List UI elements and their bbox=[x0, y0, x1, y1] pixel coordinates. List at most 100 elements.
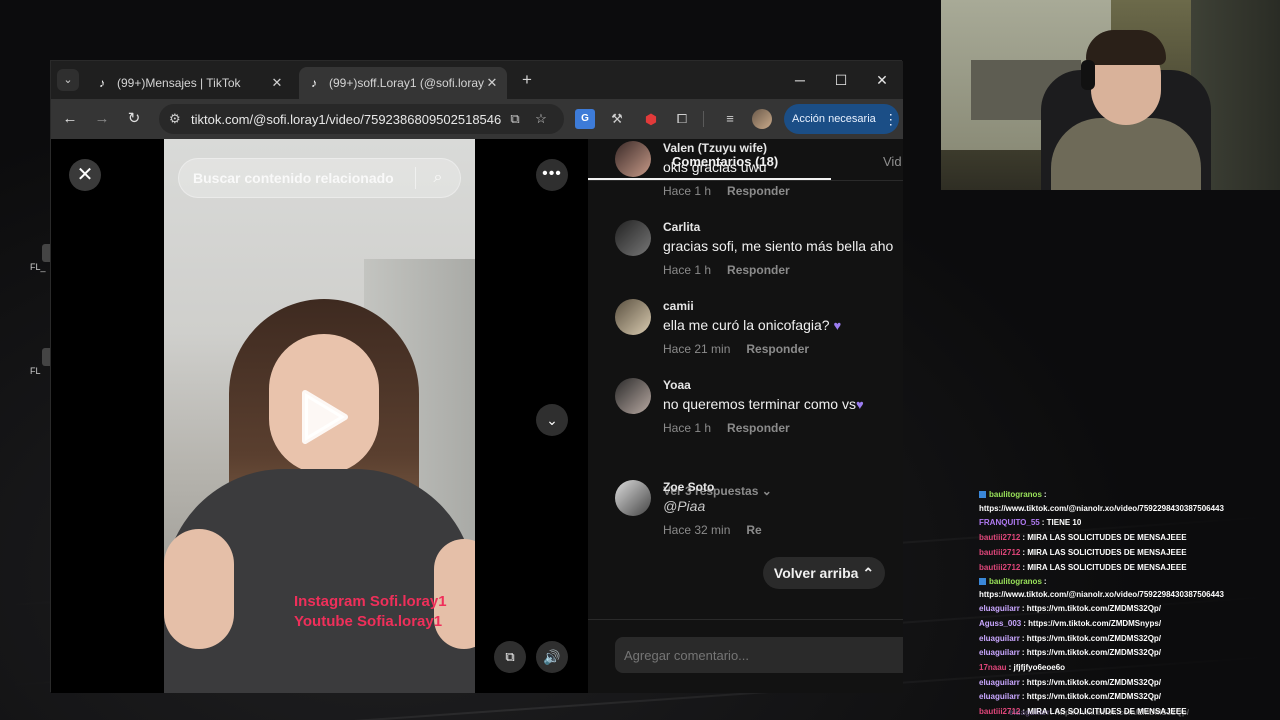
search-placeholder: Buscar contenido relacionado bbox=[193, 170, 394, 186]
reply-button[interactable]: Responder bbox=[727, 263, 790, 277]
chat-text: : https://vm.tiktok.com/ZMDMS32Qp/ bbox=[1049, 708, 1190, 717]
arrow-right-icon: → bbox=[94, 110, 110, 127]
url-text[interactable]: tiktok.com/@sofi.loray1/video/7592386809… bbox=[191, 112, 502, 127]
tab-tiktok-messages[interactable]: ♪ (99+)Mensajes | TikTok ✕ bbox=[87, 67, 292, 99]
chat-message: baulitogranos: bbox=[979, 577, 1047, 586]
chat-username: bautiii2712 bbox=[979, 533, 1021, 542]
related-search-bar[interactable]: Buscar contenido relacionado ⌕ bbox=[178, 158, 461, 198]
tiktok-icon: ♪ bbox=[99, 76, 105, 90]
comment-text: gracias sofi, me siento más bella aho bbox=[663, 238, 894, 254]
chat-username: eluaguilarr bbox=[979, 634, 1020, 643]
reload-button[interactable]: ↻ bbox=[123, 108, 145, 130]
tab-strip: ⌄ ♪ (99+)Mensajes | TikTok ✕ ♪ (99+)soff… bbox=[51, 61, 903, 99]
webcam-overlay bbox=[941, 0, 1280, 190]
divider bbox=[588, 619, 903, 620]
chevron-down-icon: ⌄ bbox=[761, 484, 772, 498]
profile-avatar[interactable] bbox=[752, 109, 772, 129]
tab-tiktok-video[interactable]: ♪ (99+)soff.Loray1 (@sofi.loray1) ✕ bbox=[299, 67, 507, 99]
reload-icon: ↻ bbox=[127, 110, 141, 127]
chat-text: : https://vm.tiktok.com/ZMDMS32Qp/ bbox=[1021, 648, 1162, 657]
comment-meta: Hace 1 h Responder bbox=[663, 184, 790, 198]
tab-search-button[interactable]: ⌄ bbox=[57, 69, 79, 91]
play-icon[interactable] bbox=[299, 389, 349, 445]
purple-heart-icon: ♥ bbox=[833, 318, 842, 333]
avatar[interactable] bbox=[615, 480, 651, 516]
back-to-top-button[interactable]: Volver arriba ⌃ bbox=[763, 557, 885, 589]
new-tab-button[interactable]: + bbox=[517, 70, 537, 90]
forward-button[interactable]: → bbox=[91, 108, 113, 130]
action-needed-button[interactable]: Acción necesaria ⋮ bbox=[784, 104, 899, 134]
address-bar[interactable]: ⚙ tiktok.com/@sofi.loray1/video/75923868… bbox=[159, 104, 564, 134]
comment-time: Hace 1 h bbox=[663, 184, 712, 198]
reply-button[interactable]: Responder bbox=[746, 342, 809, 356]
add-comment-input[interactable] bbox=[615, 637, 903, 673]
reply-button[interactable]: Re bbox=[746, 523, 761, 537]
chat-username: FRANQUITO_55 bbox=[979, 518, 1040, 527]
extension-icon[interactable]: ⚒ bbox=[607, 109, 627, 129]
tiktok-video-page: ✕ Buscar contenido relacionado ⌕ Instagr… bbox=[51, 139, 903, 693]
chevron-down-icon: ⌄ bbox=[546, 412, 558, 428]
chat-username: eluaguilarr bbox=[979, 648, 1020, 657]
search-icon[interactable]: ⌕ bbox=[416, 169, 460, 187]
reply-button[interactable]: Responder bbox=[727, 421, 790, 435]
picture-in-picture-button[interactable]: ⧉ bbox=[494, 641, 526, 673]
comment-text: okis gracias uwu bbox=[663, 159, 767, 175]
maximize-button[interactable]: ☐ bbox=[829, 69, 853, 91]
comment-text: no queremos terminar como vs♥ bbox=[663, 396, 864, 412]
extensions-puzzle-icon[interactable]: ⧠ bbox=[672, 109, 692, 129]
adblock-extension-icon[interactable]: ⬢ bbox=[641, 109, 661, 129]
chat-message: https://www.tiktok.com/@nianolr.xo/video… bbox=[979, 590, 1224, 599]
tiktok-icon: ♪ bbox=[311, 76, 317, 90]
avatar[interactable] bbox=[615, 378, 651, 414]
chat-text: https://www.tiktok.com/@nianolr.xo/video… bbox=[979, 504, 1224, 513]
chat-badge-icon bbox=[979, 491, 986, 498]
tab-videos[interactable]: Vid bbox=[883, 154, 902, 169]
chat-username: bautiii2712 bbox=[979, 548, 1021, 557]
chat-text: https://www.tiktok.com/@nianolr.xo/video… bbox=[979, 590, 1224, 599]
chat-message: Aguss_003: https://vm.tiktok.com/ZMDMSny… bbox=[979, 619, 1161, 628]
avatar[interactable] bbox=[615, 141, 651, 177]
volume-button[interactable]: 🔊 bbox=[536, 641, 568, 673]
chat-message: baulitogranos: bbox=[979, 490, 1047, 499]
close-tab-icon[interactable]: ✕ bbox=[485, 75, 499, 91]
comment-meta: Hace 1 h Responder bbox=[663, 263, 790, 277]
comment-username[interactable]: Valen (Tzuyu wife) bbox=[663, 141, 767, 155]
bookmark-star-icon[interactable]: ☆ bbox=[528, 111, 554, 127]
reply-button[interactable]: Responder bbox=[727, 184, 790, 198]
comment-username[interactable]: camii bbox=[663, 299, 694, 313]
next-video-button[interactable]: ⌄ bbox=[536, 404, 568, 436]
chat-message: eluaguilarr: https://vm.tiktok.com/ZMDMS… bbox=[979, 678, 1161, 687]
media-controls-icon[interactable]: ≡ bbox=[720, 109, 740, 129]
more-options-button[interactable]: ••• bbox=[536, 159, 568, 191]
chat-text: : https://vm.tiktok.com/ZMDMS32Qp/ bbox=[1021, 634, 1162, 643]
translate-extension-icon[interactable]: G bbox=[575, 109, 595, 129]
desktop: FL_ FL ⌄ ♪ (99+)Mensajes | TikTok ✕ ♪ (9… bbox=[0, 0, 1280, 720]
webcam-person bbox=[1051, 118, 1201, 190]
video-caption-youtube: Youtube Sofia.loray1 bbox=[294, 613, 443, 630]
close-window-button[interactable]: ✕ bbox=[870, 69, 894, 91]
close-video-button[interactable]: ✕ bbox=[69, 159, 101, 191]
tab-title: (99+)Mensajes | TikTok bbox=[117, 76, 241, 90]
close-tab-icon[interactable]: ✕ bbox=[270, 75, 284, 91]
arrow-left-icon: ← bbox=[62, 110, 78, 127]
stream-chat: baulitogranos: https://www.tiktok.com/@ni… bbox=[979, 490, 1279, 720]
chat-username: bautiii2712 bbox=[979, 563, 1021, 572]
site-info-icon[interactable]: ⚙ bbox=[169, 111, 191, 127]
chat-username: 17naau bbox=[979, 663, 1007, 672]
video-player[interactable]: Buscar contenido relacionado ⌕ Instagram… bbox=[164, 139, 475, 693]
video-frame-hand bbox=[164, 529, 234, 649]
chat-message: 17naau: jfjfjfyo6eoe6o bbox=[979, 663, 1065, 672]
avatar[interactable] bbox=[615, 220, 651, 256]
plus-icon: + bbox=[522, 70, 532, 89]
comment-username[interactable]: Yoaa bbox=[663, 378, 691, 392]
comment-username[interactable]: Zoe Soto bbox=[663, 480, 714, 494]
back-button[interactable]: ← bbox=[59, 108, 81, 130]
comment-time: Hace 1 h bbox=[663, 421, 712, 435]
chat-message: eluaguilarr: https://vm.tiktok.com/ZMDMS… bbox=[979, 692, 1161, 701]
chat-username: eluaguilarr bbox=[979, 678, 1020, 687]
avatar[interactable] bbox=[615, 299, 651, 335]
chat-text: : TIENE 10 bbox=[1041, 518, 1082, 527]
minimize-button[interactable]: ─ bbox=[788, 69, 812, 91]
install-app-icon[interactable]: ⧉ bbox=[502, 111, 528, 127]
comment-username[interactable]: Carlita bbox=[663, 220, 700, 234]
